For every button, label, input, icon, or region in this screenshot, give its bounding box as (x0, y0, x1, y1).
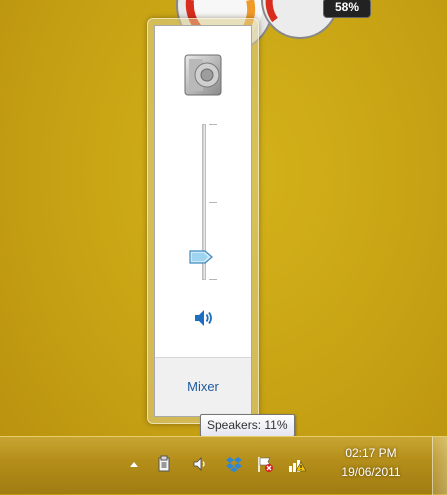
volume-flyout: Mixer (147, 18, 259, 424)
speaker-volume-icon[interactable] (192, 306, 216, 330)
safely-remove-hardware-icon[interactable] (155, 455, 173, 473)
flyout-footer: Mixer (155, 357, 251, 416)
mixer-link[interactable]: Mixer (155, 379, 251, 394)
show-hidden-icons-arrow-icon[interactable] (128, 459, 140, 471)
dropbox-icon[interactable] (225, 455, 243, 473)
volume-flyout-panel: Mixer (154, 25, 252, 417)
network-warning-icon[interactable] (288, 455, 306, 473)
clock-time: 02:17 PM (345, 446, 397, 460)
volume-icon[interactable] (192, 455, 210, 473)
slider-tick (209, 202, 217, 203)
volume-slider[interactable] (189, 124, 217, 280)
show-desktop-button[interactable] (432, 437, 447, 495)
taskbar-clock[interactable]: 02:17 PM 19/06/2011 (326, 444, 416, 482)
slider-tick (209, 279, 217, 280)
battery-percent-badge: 58% (323, 0, 371, 18)
speaker-device-icon[interactable] (181, 53, 225, 97)
clock-date: 19/06/2011 (341, 465, 401, 479)
taskbar: 02:17 PM 19/06/2011 (0, 436, 447, 495)
slider-tick (209, 124, 217, 125)
volume-slider-thumb[interactable] (189, 250, 213, 264)
action-center-flag-icon[interactable] (256, 455, 274, 473)
volume-tooltip: Speakers: 11% (200, 414, 295, 437)
